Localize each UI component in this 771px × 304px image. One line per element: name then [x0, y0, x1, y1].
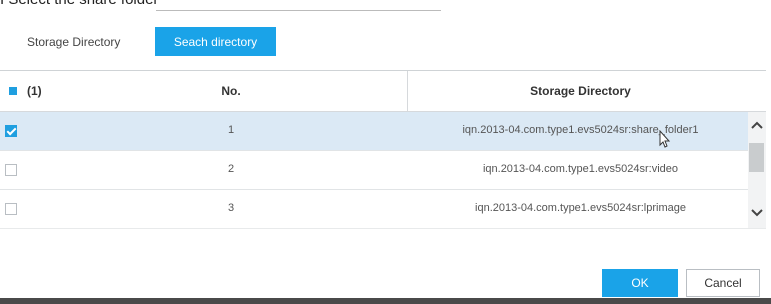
- scrollbar-thumb[interactable]: [749, 143, 764, 172]
- column-header-storage-directory[interactable]: Storage Directory: [408, 84, 753, 98]
- mouse-pointer-icon: [656, 129, 674, 152]
- column-header-no[interactable]: No.: [216, 84, 246, 98]
- cancel-button[interactable]: Cancel: [686, 269, 760, 297]
- row-directory: iqn.2013-04.com.type1.evs5024sr:video: [482, 163, 679, 175]
- bottom-edge-strip: [0, 298, 771, 304]
- row-number: 2: [227, 163, 235, 175]
- row-directory: iqn.2013-04.com.type1.evs5024sr:lprimage: [475, 202, 686, 214]
- row-checkbox[interactable]: [5, 203, 17, 215]
- row-checkbox[interactable]: [5, 164, 17, 176]
- storage-directory-table: (1) No. Storage Directory 1 iqn.2013-04.…: [0, 70, 766, 229]
- caption-underline: [156, 10, 441, 11]
- search-directory-button[interactable]: Seach directory: [155, 27, 276, 56]
- row-directory: iqn.2013-04.com.type1.evs5024sr:share_fo…: [462, 124, 699, 136]
- select-all-checkbox[interactable]: [9, 87, 17, 95]
- storage-directory-label: Storage Directory: [27, 35, 121, 49]
- table-scrollbar[interactable]: [748, 112, 766, 229]
- table-row[interactable]: 3 iqn.2013-04.com.type1.evs5024sr:lprima…: [0, 190, 748, 229]
- footer-divider: [0, 228, 766, 229]
- selected-count: (1): [27, 84, 42, 98]
- table-header: (1) No. Storage Directory: [0, 71, 766, 112]
- chevron-up-icon[interactable]: [748, 112, 766, 138]
- table-row[interactable]: 2 iqn.2013-04.com.type1.evs5024sr:video: [0, 151, 748, 190]
- row-number: 3: [227, 202, 235, 214]
- table-row[interactable]: 1 iqn.2013-04.com.type1.evs5024sr:share_…: [0, 112, 748, 151]
- row-number: 1: [227, 124, 235, 136]
- row-checkbox[interactable]: [5, 125, 17, 137]
- chevron-down-icon[interactable]: [748, 200, 766, 226]
- ok-button[interactable]: OK: [602, 269, 678, 297]
